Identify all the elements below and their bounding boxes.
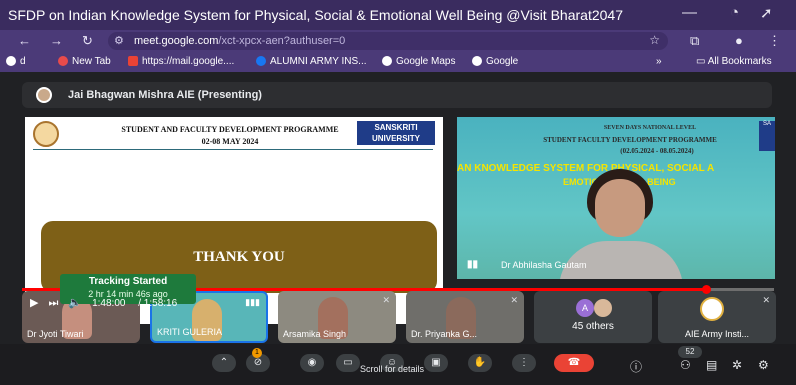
presenter-name: Dr Abhilasha Gautam: [501, 260, 587, 270]
audio-level-icon: ▮▮: [467, 259, 479, 270]
participant-name: KRITI GULERIA: [157, 327, 223, 337]
host-controls-icon[interactable]: ⚙: [758, 358, 769, 372]
address-bar[interactable]: ⚙ meet.google.com/xct-xpcx-aen?authuser=…: [108, 32, 668, 50]
profile-icon[interactable]: ●: [735, 33, 743, 48]
player-controls: ▶ ⏭ 🔈 1:48:00 / 1:58:16: [30, 296, 197, 310]
participant-name: Arsamika Singh: [283, 329, 347, 339]
info-icon[interactable]: ⓘ: [630, 358, 642, 375]
others-tile[interactable]: A 45 others: [534, 291, 652, 343]
participant-tile[interactable]: ✕ Arsamika Singh: [278, 291, 396, 343]
play-icon[interactable]: ▶: [30, 297, 38, 309]
backdrop-line: SEVEN DAYS NATIONAL LEVEL: [603, 125, 697, 131]
time-display: 1:48:00 / 1:58:16: [92, 298, 178, 309]
share-icon[interactable]: ➚: [760, 4, 773, 22]
bookmarks-bar: d New Tab https://mail.google.... ALUMNI…: [0, 52, 796, 72]
all-bookmarks[interactable]: ▭ All Bookmarks: [696, 56, 772, 67]
extensions-icon[interactable]: ⧉: [690, 33, 699, 49]
bookmark-item[interactable]: https://mail.google....: [128, 56, 234, 67]
reload-icon[interactable]: ↻: [82, 33, 93, 49]
activities-icon[interactable]: ✲: [732, 358, 742, 372]
volume-icon[interactable]: 🔈: [68, 297, 82, 309]
minimize-icon[interactable]: —: [682, 4, 697, 21]
window-title: SFDP on Indian Knowledge System for Phys…: [8, 7, 623, 23]
arrow-right-icon[interactable]: →: [50, 33, 63, 48]
others-count: 45 others: [572, 321, 614, 332]
slide-dates: 02-08 MAY 2024: [201, 137, 259, 146]
avatar: [594, 299, 612, 317]
participant-tile[interactable]: ✕ Dr. Priyanka G...: [406, 291, 524, 343]
presenter-video[interactable]: SEVEN DAYS NATIONAL LEVEL STUDENT FACULT…: [457, 117, 775, 279]
mic-off-icon: ✕: [382, 295, 390, 305]
newtab-icon: [58, 56, 68, 66]
bookmark-item[interactable]: ALUMNI ARMY INS...: [256, 56, 367, 67]
meet-controls: ◉ ▭ ☺ ▣ ✋ ⋮ ☎ ⌃ ⊘ 1 Scroll for details ⓘ…: [0, 344, 796, 385]
presenting-label: Jai Bhagwan Mishra AIE (Presenting): [68, 89, 262, 101]
bookmark-item[interactable]: d: [6, 56, 26, 67]
people-icon[interactable]: ⚇: [680, 358, 691, 372]
slide-program-title: STUDENT AND FACULTY DEVELOPMENT PROGRAMM…: [121, 125, 339, 134]
presenting-banner: Jai Bhagwan Mishra AIE (Presenting): [22, 82, 772, 108]
notification-badge: 1: [252, 348, 262, 358]
meet-stage: Jai Bhagwan Mishra AIE (Presenting) STUD…: [0, 72, 796, 385]
avatar: A: [576, 299, 594, 317]
bookmark-item[interactable]: Google: [472, 56, 518, 67]
avatar: [36, 87, 52, 103]
backdrop-line: STUDENT FACULTY DEVELOPMENT PROGRAMME: [543, 136, 717, 144]
gmail-icon: [128, 56, 138, 66]
screen: SFDP on Indian Knowledge System for Phys…: [0, 0, 796, 385]
browser-toolbar: ← → ↻ ⚙ meet.google.com/xct-xpcx-aen?aut…: [0, 30, 796, 52]
google-icon: [472, 56, 482, 66]
more-menu-icon[interactable]: ⋮: [768, 33, 781, 49]
scroll-hint: Scroll for details: [360, 364, 425, 374]
hang-up-button[interactable]: ☎: [554, 354, 594, 372]
participant-name: AIE Army Insti...: [684, 329, 749, 339]
camera-button[interactable]: ⌃: [212, 354, 236, 372]
url-text: meet.google.com/xct-xpcx-aen?authuser=0: [134, 35, 346, 47]
university-logo: SANSKRITI UNIVERSITY: [357, 121, 435, 145]
mic-off-icon: ✕: [510, 295, 518, 305]
divider: [33, 149, 433, 150]
tracking-title: Tracking Started: [88, 276, 168, 287]
browser-title-bar: SFDP on Indian Knowledge System for Phys…: [0, 0, 796, 30]
present-button[interactable]: ▣: [424, 354, 448, 372]
avatar: [700, 297, 724, 321]
speaking-icon: ▮▮▮: [245, 297, 260, 307]
participant-tile[interactable]: ✕ AIE Army Insti...: [658, 291, 776, 343]
facebook-icon: [256, 56, 266, 66]
institute-logo-icon: [33, 121, 59, 147]
mic-button[interactable]: ◉: [300, 354, 324, 372]
arrow-left-icon[interactable]: ←: [18, 33, 31, 48]
star-icon[interactable]: ☆: [649, 33, 660, 47]
participant-name: Dr Jyoti Tiwari: [27, 329, 84, 339]
folder-icon: ▭: [696, 56, 708, 67]
backdrop-logo: SA: [759, 121, 775, 151]
participant-count-badge: 52: [678, 346, 702, 358]
raise-hand-button[interactable]: ✋: [468, 354, 492, 372]
more-options-button[interactable]: ⋮: [512, 354, 536, 372]
bookmark-item[interactable]: Google Maps: [382, 56, 455, 67]
chat-icon[interactable]: ▤: [706, 358, 717, 372]
clock-icon[interactable]: ◔: [730, 4, 739, 21]
bookmark-item[interactable]: New Tab: [58, 56, 111, 67]
captions-button[interactable]: ▭: [336, 354, 360, 372]
next-icon[interactable]: ⏭: [48, 297, 58, 309]
bookmarks-overflow[interactable]: »: [656, 56, 662, 67]
backdrop-line: (02.05.2024 - 08.05.2024): [620, 147, 694, 155]
participant-name: Dr. Priyanka G...: [411, 329, 478, 339]
site-info-icon[interactable]: ⚙: [114, 34, 124, 47]
google-icon: [382, 56, 392, 66]
chrome-icon: [6, 56, 16, 66]
mic-off-icon: ✕: [762, 295, 770, 305]
